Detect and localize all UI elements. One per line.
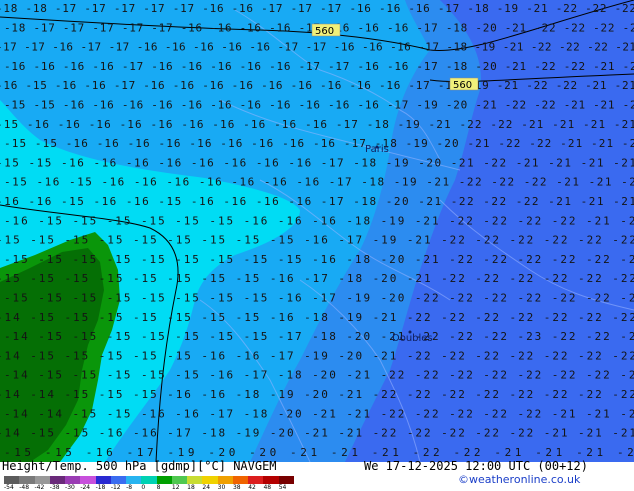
temperature-row: -14 -15 -15 -15 -15 -15 -15 -15 -16 -18 …: [0, 311, 634, 324]
temperature-row: -17 -17 -16 -17 -17 -16 -16 -16 -16 -16 …: [0, 41, 634, 54]
color-scale: -54 -48 -42 -38 -30 -24 -18 -12 -8 0 8 12 18 24 30 38 42…: [4, 476, 304, 491]
scale-swatch: [95, 476, 112, 484]
scale-swatch: [171, 476, 188, 484]
scale-swatch: [187, 476, 203, 484]
temperature-row: -15 -16 -16 -16 -16 -16 -16 -16 -16 -16 …: [0, 118, 634, 131]
scale-swatch: [141, 476, 158, 484]
temperature-row: -15 -15 -15 -15 -15 -15 -15 -15 -15 -16 …: [0, 234, 634, 247]
city-label: Paris: [365, 144, 389, 155]
scale-swatch: [126, 476, 142, 484]
scale-swatch: [19, 476, 35, 484]
weather-map: -18 -18 -17 -17 -17 -17 -17 -16 -16 -17 …: [0, 0, 634, 462]
scale-swatch: [248, 476, 264, 484]
scale-swatch: [34, 476, 51, 484]
city-label: Doubles: [392, 333, 433, 344]
temperature-row: -16 -15 -16 -16 -17 -16 -16 -16 -16 -16 …: [0, 79, 634, 92]
scale-swatch: [80, 476, 97, 484]
temperature-row: -14 -15 -15 -16 -16 -17 -18 -19 -20 -21 …: [0, 427, 634, 440]
map-title: Height/Temp. 500 hPa [gdmp][°C] NAVGEM: [2, 459, 277, 473]
map-canvas: -18 -18 -17 -17 -17 -17 -17 -16 -16 -17 …: [0, 0, 634, 462]
scale-swatch: [49, 476, 66, 484]
scale-swatch: [65, 476, 81, 484]
contour-label: 560: [453, 80, 472, 91]
valid-time: We 17-12-2025 12:00 UTC (00+12): [364, 459, 588, 473]
temperature-row: -15 -16 -15 -16 -16 -16 -16 -16 -16 -16 …: [4, 176, 634, 189]
temperature-row: -16 -16 -16 -16 -17 -16 -16 -16 -16 -16 …: [4, 60, 634, 73]
scale-swatch: [232, 476, 249, 484]
temperature-row: -18 -18 -17 -17 -17 -17 -17 -16 -16 -17 …: [0, 2, 634, 15]
map-footer: Height/Temp. 500 hPa [gdmp][°C] NAVGEM W…: [0, 459, 634, 491]
scale-swatch: [202, 476, 219, 484]
scale-swatch: [263, 476, 280, 484]
contour-label: 560: [315, 26, 334, 37]
credit-link[interactable]: ©weatheronline.co.uk: [458, 473, 580, 486]
scale-swatch: [4, 476, 20, 484]
temperature-row: -15 -15 -16 -16 -16 -16 -16 -16 -16 -16 …: [4, 99, 634, 112]
temperature-row: -15 -15 -16 -16 -16 -16 -16 -16 -16 -16 …: [4, 137, 634, 150]
scale-swatch: [156, 476, 173, 484]
scale-swatch: [278, 476, 295, 484]
scale-swatch: [217, 476, 234, 484]
temperature-row: -14 -15 -15 -15 -15 -15 -16 -16 -17 -19 …: [0, 349, 634, 362]
scale-swatch: [110, 476, 127, 484]
temperature-row: -15 -15 -15 -15 -15 -15 -15 -15 -16 -17 …: [0, 272, 634, 285]
temperature-row: -14 -14 -15 -15 -15 -16 -16 -18 -19 -20 …: [0, 388, 634, 401]
